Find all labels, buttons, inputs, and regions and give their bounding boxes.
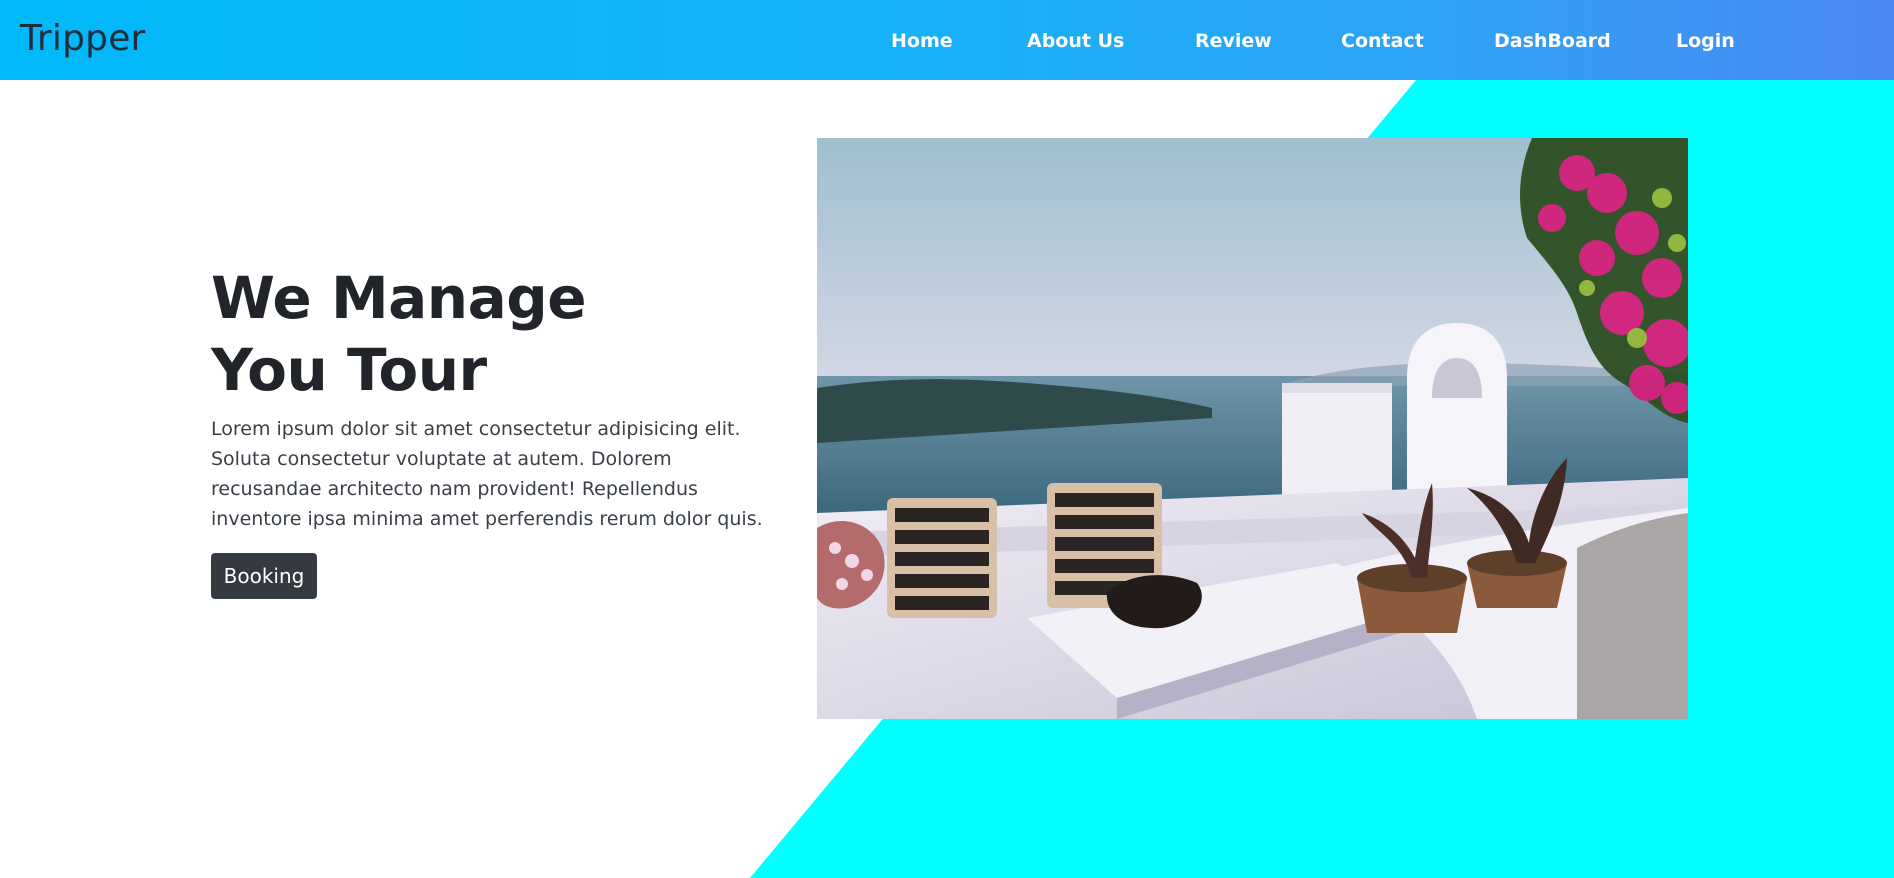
nav-contact-link[interactable]: Contact	[1341, 30, 1424, 52]
navbar: Tripper Home About Us Review Contact Das…	[0, 0, 1894, 80]
hero-title: We Manage You Tour	[211, 262, 731, 406]
hero-title-line1: We Manage	[211, 264, 587, 332]
nav-review-link[interactable]: Review	[1195, 30, 1272, 52]
hero-description: Lorem ipsum dolor sit amet consectetur a…	[211, 418, 763, 530]
hero-title-line2: You Tour	[211, 336, 487, 404]
nav-about-link[interactable]: About Us	[1027, 30, 1124, 52]
nav-dashboard-link[interactable]: DashBoard	[1494, 30, 1611, 52]
santorini-balcony-photo	[817, 138, 1688, 719]
booking-button[interactable]: Booking	[211, 553, 317, 599]
nav-login-link[interactable]: Login	[1676, 30, 1735, 52]
nav-home-link[interactable]: Home	[891, 30, 953, 52]
nav-links: Home About Us Review Contact DashBoard L…	[0, 0, 1894, 80]
